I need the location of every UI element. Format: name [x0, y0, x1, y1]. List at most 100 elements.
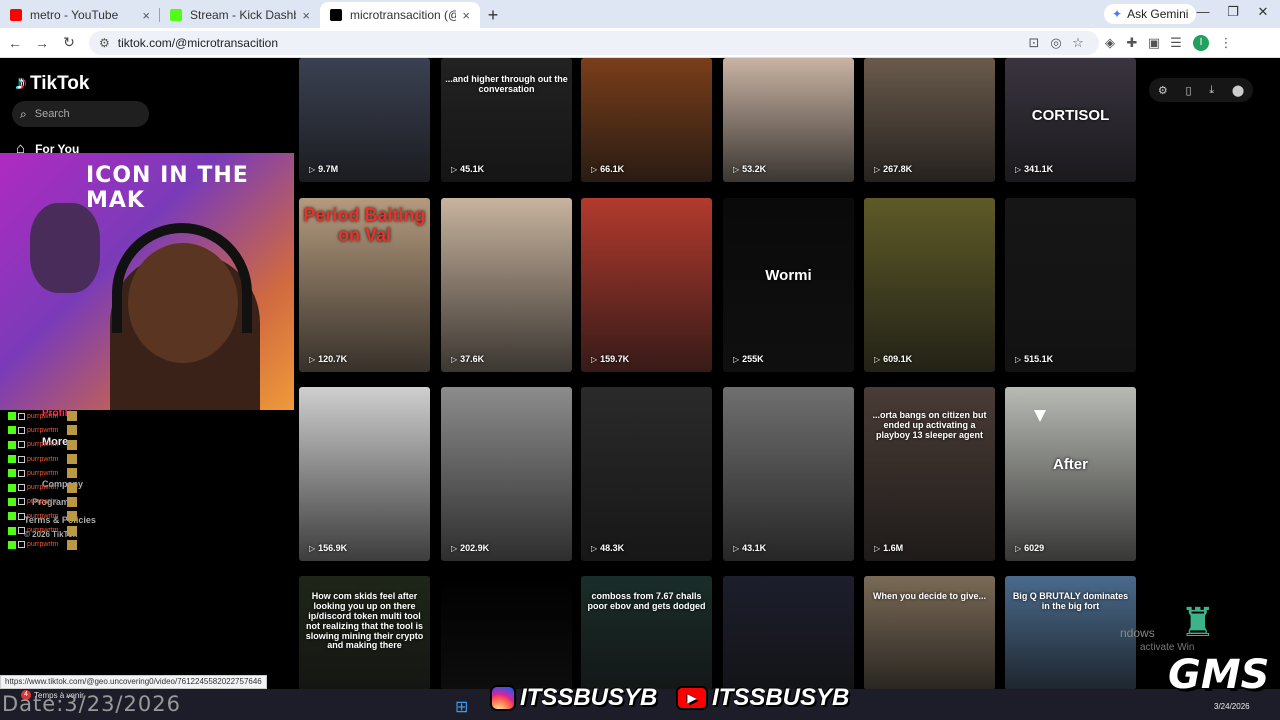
- view-count-text: 609.1K: [883, 354, 913, 364]
- extension-icon[interactable]: ◈: [1099, 35, 1121, 51]
- chat-username: purrpwrtm: [27, 541, 59, 549]
- subscriber-badge-icon: [18, 441, 25, 449]
- subscriber-badge-icon: [18, 541, 25, 549]
- play-icon: ▷: [1015, 355, 1022, 364]
- windows-start-icon[interactable]: ⊞: [455, 697, 468, 717]
- new-tab-button[interactable]: +: [480, 2, 506, 28]
- ask-gemini-button[interactable]: ✦ Ask Gemini: [1104, 4, 1197, 24]
- view-count: ▷ 1.6M: [874, 543, 903, 553]
- record-icon[interactable]: ⬤: [1232, 84, 1244, 97]
- video-caption: comboss from 7.67 challs poor ebov and g…: [587, 590, 706, 611]
- video-tile[interactable]: Big Q BRUTALY dominates in the big fort: [1005, 576, 1136, 690]
- tab-label: Stream - Kick Dashboard: [190, 8, 296, 22]
- search-input[interactable]: ⌕ Search: [12, 101, 149, 127]
- close-icon[interactable]: ×: [462, 8, 470, 23]
- play-icon: ▷: [1015, 165, 1022, 174]
- statue-of-liberty-icon: ♜: [1180, 601, 1216, 645]
- video-tile[interactable]: ▷ 48.3K: [581, 387, 712, 561]
- stream-chat-overlay: purrpwrtm purrpwrtm purrpwrtm purrpwrtm purr…: [8, 409, 100, 552]
- view-count: ▷ 53.2K: [733, 164, 766, 174]
- video-tile[interactable]: How com skids feel after looking you up …: [299, 576, 430, 690]
- tracking-protection-icon[interactable]: ◎: [1045, 35, 1067, 51]
- video-tile[interactable]: Period Baiting on Val ▷ 120.7K: [299, 198, 430, 372]
- profile-avatar[interactable]: I: [1193, 34, 1209, 51]
- window-close-button[interactable]: ✕: [1248, 4, 1278, 20]
- download-icon[interactable]: ⤓: [1209, 84, 1214, 97]
- view-count: ▷ 255K: [733, 354, 764, 364]
- video-tile[interactable]: ...orta bangs on citizen but ended up ac…: [864, 387, 995, 561]
- emote-icon: [66, 411, 77, 422]
- close-icon[interactable]: ×: [302, 8, 310, 23]
- maximize-button[interactable]: ❐: [1218, 4, 1248, 20]
- chat-username: purrpwrtm: [27, 426, 59, 434]
- kick-badge-icon: [8, 540, 16, 549]
- video-tile[interactable]: ▷ 53.2K: [723, 58, 854, 182]
- headphones-shape: [112, 223, 252, 333]
- view-count: ▷ 202.9K: [451, 543, 489, 553]
- play-icon: ▷: [451, 544, 458, 553]
- instagram-handle-text: ITSSBUSYB: [520, 684, 658, 711]
- reading-list-icon[interactable]: ☰: [1165, 35, 1187, 51]
- menu-kebab-icon[interactable]: ⋮: [1215, 35, 1237, 51]
- view-count: ▷ 515.1K: [1015, 354, 1053, 364]
- bookmark-star-icon[interactable]: ☆: [1067, 35, 1089, 51]
- video-caption: Period Baiting on Val: [303, 205, 426, 245]
- chat-message: purrpwrtm: [8, 480, 100, 494]
- play-icon: ▷: [874, 355, 881, 364]
- video-tile[interactable]: ▷ 515.1K: [1005, 198, 1136, 372]
- streamer-webcam-overlay: ICON IN THE MAK: [0, 153, 294, 410]
- video-tile[interactable]: comboss from 7.67 challs poor ebov and g…: [581, 576, 712, 690]
- tiktok-logo[interactable]: ♪ TikTok: [16, 72, 89, 95]
- reload-button[interactable]: ↻: [57, 34, 81, 51]
- video-tile[interactable]: ▷ 37.6K: [441, 198, 572, 372]
- view-count-text: 66.1K: [600, 164, 625, 174]
- video-tile[interactable]: After ▷ 6029: [1005, 387, 1136, 561]
- view-count-text: 53.2K: [742, 164, 767, 174]
- view-count: ▷ 45.1K: [451, 164, 484, 174]
- back-button[interactable]: ←: [3, 35, 27, 51]
- forward-button[interactable]: →: [30, 35, 54, 51]
- video-tile[interactable]: ▷ 159.7K: [581, 198, 712, 372]
- video-tile[interactable]: ...and higher through out the conversati…: [441, 58, 572, 182]
- tab-tiktok[interactable]: microtransacition (@microtrans… ×: [320, 2, 480, 28]
- video-tile[interactable]: ▷ 66.1K: [581, 58, 712, 182]
- close-icon[interactable]: ×: [142, 8, 150, 23]
- taskbar-clock-date[interactable]: 3/24/2026: [1214, 702, 1250, 711]
- extensions-puzzle-icon[interactable]: ✚: [1121, 35, 1143, 51]
- play-icon: ▷: [591, 355, 598, 364]
- video-tile[interactable]: [723, 576, 854, 690]
- video-tile[interactable]: ▷ 156.9K: [299, 387, 430, 561]
- play-icon: ▷: [591, 544, 598, 553]
- video-tile[interactable]: CORTISOL ▷ 341.1K: [1005, 58, 1136, 182]
- chat-message: purrpwrtm: [8, 495, 100, 509]
- subscriber-badge-icon: [18, 512, 25, 520]
- video-tile[interactable]: ▷ 267.8K: [864, 58, 995, 182]
- tab-kick-dashboard[interactable]: Stream - Kick Dashboard ×: [160, 2, 320, 28]
- view-count: ▷ 66.1K: [591, 164, 624, 174]
- video-tile[interactable]: ▷ 609.1K: [864, 198, 995, 372]
- date-overlay: Date:3/23/2026: [2, 692, 181, 716]
- video-tile[interactable]: ▷ 43.1K: [723, 387, 854, 561]
- kick-badge-icon: [8, 469, 16, 478]
- address-bar[interactable]: ⚙ tiktok.com/@microtransacition ⊡ ◎ ☆: [89, 30, 1099, 55]
- video-tile[interactable]: ▷ 202.9K: [441, 387, 572, 561]
- video-tile[interactable]: When you decide to give...: [864, 576, 995, 690]
- video-caption: ...and higher through out the conversati…: [445, 74, 568, 95]
- device-icon[interactable]: ▯: [1185, 84, 1191, 97]
- view-count: ▷ 156.9K: [309, 543, 347, 553]
- kick-badge-icon: [8, 512, 16, 521]
- play-icon: ▷: [309, 165, 316, 174]
- chat-message: purrpwrtm: [8, 438, 100, 452]
- split-view-icon[interactable]: ▣: [1143, 35, 1165, 51]
- chat-message: purrpwrtm: [8, 466, 100, 480]
- tab-youtube[interactable]: metro - YouTube ×: [0, 2, 160, 28]
- minimize-button[interactable]: —: [1188, 4, 1218, 19]
- settings-icon[interactable]: ⚙: [1158, 84, 1168, 97]
- video-tile[interactable]: Wormi ▷ 255K: [723, 198, 854, 372]
- install-app-icon[interactable]: ⊡: [1023, 35, 1045, 51]
- video-tile[interactable]: [441, 576, 572, 690]
- video-tile[interactable]: ▷ 9.7M: [299, 58, 430, 182]
- site-info-icon[interactable]: ⚙: [99, 36, 110, 50]
- video-caption: Wormi: [765, 266, 812, 284]
- tiktok-icon: [330, 9, 342, 21]
